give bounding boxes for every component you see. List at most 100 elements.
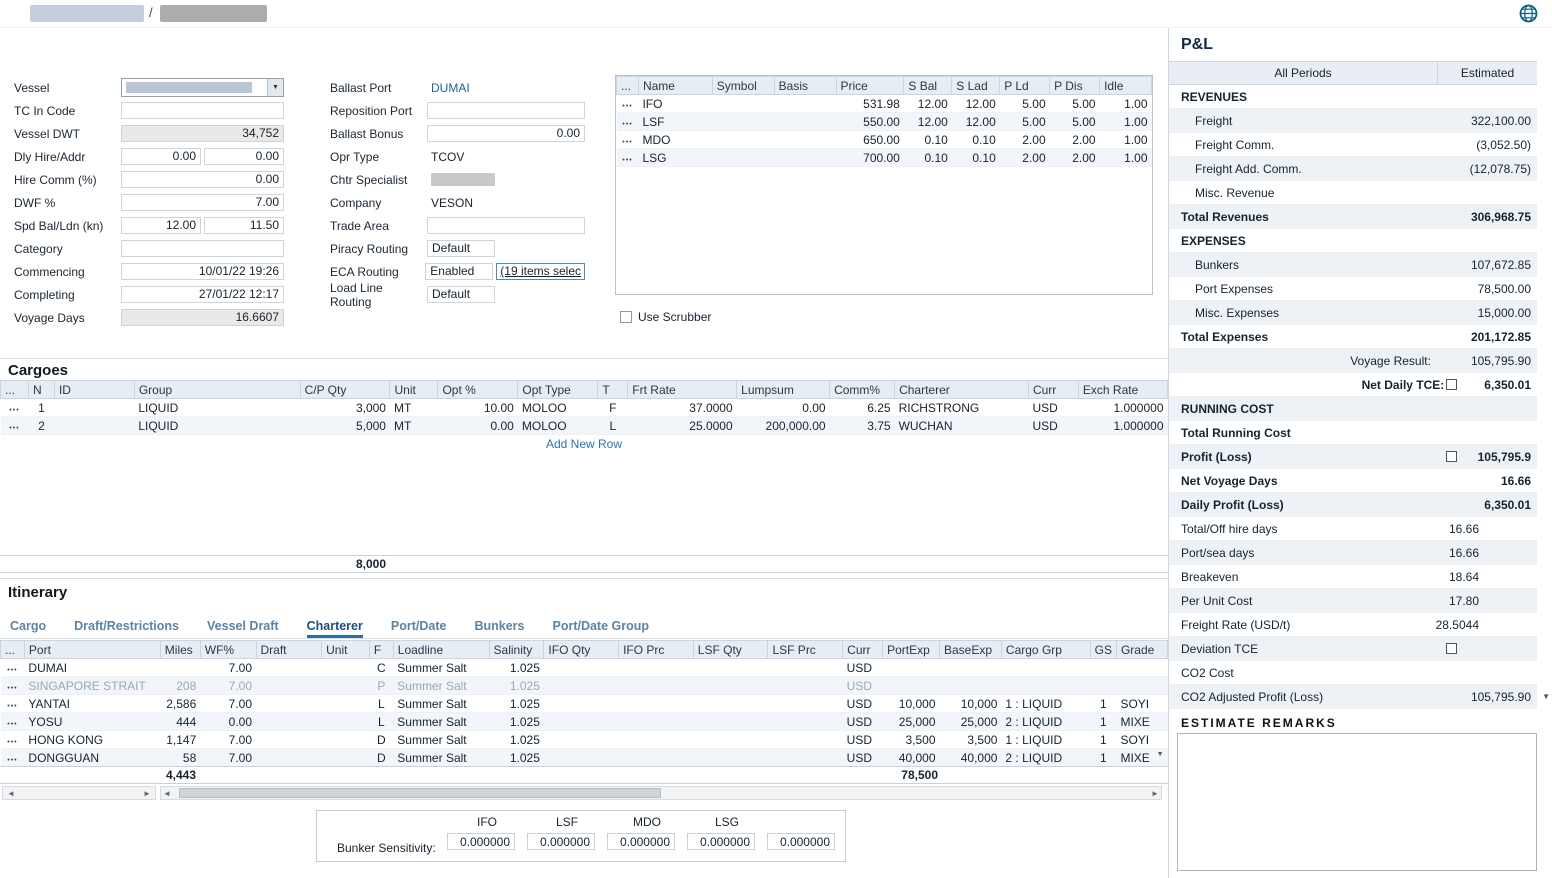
grid-cell[interactable]: HONG KONG bbox=[24, 731, 160, 749]
input-field[interactable] bbox=[427, 217, 585, 234]
grid-cell[interactable]: 2,586 bbox=[160, 695, 200, 713]
grid-cell[interactable] bbox=[712, 113, 774, 131]
input-field[interactable]: 12.00 bbox=[121, 217, 201, 234]
grid-cell[interactable]: 7.00 bbox=[200, 659, 256, 677]
grid-cell[interactable] bbox=[256, 677, 322, 695]
grid-cell[interactable] bbox=[940, 677, 1002, 695]
grid-cell[interactable] bbox=[54, 399, 134, 417]
grid-cell[interactable]: 1.000000 bbox=[1078, 399, 1167, 417]
grid-cell[interactable]: Summer Salt bbox=[393, 713, 489, 731]
grid-cell[interactable]: 1 bbox=[28, 399, 54, 417]
grid-cell[interactable]: 2.00 bbox=[1000, 149, 1050, 167]
grid-cell[interactable] bbox=[619, 749, 694, 767]
grid-cell[interactable]: SINGAPORE STRAIT bbox=[24, 677, 160, 695]
add-new-row-link[interactable]: Add New Row bbox=[0, 437, 1168, 451]
tab-draft-restrictions[interactable]: Draft/Restrictions bbox=[74, 619, 179, 638]
grid-cell[interactable] bbox=[256, 659, 322, 677]
grid-cell[interactable] bbox=[883, 659, 940, 677]
grid-cell[interactable]: 5.00 bbox=[1050, 95, 1100, 113]
grid-cell[interactable]: 5,000 bbox=[300, 417, 390, 435]
grid-cell[interactable]: 1.025 bbox=[489, 677, 544, 695]
grid-cell[interactable]: 25.0000 bbox=[628, 417, 737, 435]
grid-cell[interactable] bbox=[768, 695, 843, 713]
row-menu-icon[interactable]: ••• bbox=[9, 407, 19, 414]
sens-input[interactable]: 0.000000 bbox=[527, 833, 595, 850]
checkbox[interactable] bbox=[1446, 643, 1457, 654]
grid-cell[interactable]: C bbox=[369, 659, 393, 677]
scroll-left-icon[interactable]: ◄ bbox=[161, 789, 173, 798]
grid-cell[interactable] bbox=[774, 149, 836, 167]
port-link[interactable]: DUMAI bbox=[427, 81, 470, 95]
grid-cell[interactable]: 2.00 bbox=[1000, 131, 1050, 149]
text-value[interactable]: VESON bbox=[427, 196, 473, 210]
grid-cell[interactable]: 200,000.00 bbox=[737, 417, 830, 435]
grid-cell[interactable]: IFO bbox=[638, 95, 712, 113]
grid-cell[interactable] bbox=[774, 131, 836, 149]
grid-cell[interactable]: 0.10 bbox=[904, 149, 952, 167]
grid-cell[interactable] bbox=[768, 659, 843, 677]
row-menu-icon[interactable]: ••• bbox=[7, 667, 17, 674]
grid-cell[interactable]: 7.00 bbox=[200, 695, 256, 713]
tab-charterer[interactable]: Charterer bbox=[307, 619, 363, 638]
grid-cell[interactable]: 12.00 bbox=[904, 113, 952, 131]
grid-cell[interactable]: 444 bbox=[160, 713, 200, 731]
scroll-right-icon[interactable]: ► bbox=[141, 789, 153, 798]
input-field[interactable]: 0.00 bbox=[204, 148, 284, 165]
input-field[interactable]: 0.00 bbox=[121, 171, 284, 188]
grid-cell[interactable] bbox=[322, 749, 370, 767]
input-field[interactable]: 27/01/22 12:17 bbox=[121, 286, 284, 303]
grid-cell[interactable]: 550.00 bbox=[836, 113, 904, 131]
grid-cell[interactable] bbox=[322, 731, 370, 749]
grid-cell[interactable]: 2 : LIQUID bbox=[1001, 749, 1090, 767]
grid-cell[interactable] bbox=[693, 695, 768, 713]
grid-cell[interactable]: 0.10 bbox=[952, 131, 1000, 149]
grid-cell[interactable] bbox=[619, 677, 694, 695]
grid-cell[interactable]: 531.98 bbox=[836, 95, 904, 113]
grid-cell[interactable] bbox=[544, 749, 619, 767]
grid-cell[interactable] bbox=[619, 659, 694, 677]
grid-cell[interactable] bbox=[256, 749, 322, 767]
grid-cell[interactable]: P bbox=[369, 677, 393, 695]
grid-cell[interactable]: 12.00 bbox=[952, 113, 1000, 131]
globe-icon[interactable] bbox=[1519, 4, 1538, 26]
grid-cell[interactable]: 1 : LIQUID bbox=[1001, 731, 1090, 749]
grid-cell[interactable]: 1.00 bbox=[1100, 113, 1152, 131]
input-field[interactable]: 11.50 bbox=[204, 217, 284, 234]
grid-cell[interactable]: 7.00 bbox=[200, 731, 256, 749]
grid-cell[interactable] bbox=[1001, 677, 1090, 695]
grid-cell[interactable]: 37.0000 bbox=[628, 399, 737, 417]
scrollbar-thumb[interactable] bbox=[179, 788, 661, 798]
dropdown-arrow-icon[interactable]: ▼ bbox=[1542, 692, 1550, 701]
grid-cell[interactable]: Summer Salt bbox=[393, 659, 489, 677]
grid-cell[interactable] bbox=[544, 731, 619, 749]
select-field[interactable]: Default bbox=[427, 286, 495, 303]
grid-cell[interactable] bbox=[256, 695, 322, 713]
grid-cell[interactable]: MIXE bbox=[1116, 713, 1167, 731]
grid-cell[interactable]: 0.00 bbox=[438, 417, 518, 435]
grid-cell[interactable] bbox=[544, 695, 619, 713]
grid-cell[interactable]: 1.000000 bbox=[1078, 417, 1167, 435]
estimate-remarks-textarea[interactable] bbox=[1177, 733, 1537, 871]
row-menu-icon[interactable]: ••• bbox=[7, 721, 17, 728]
row-menu-icon[interactable]: ••• bbox=[7, 685, 17, 692]
grid-cell[interactable]: MT bbox=[390, 417, 438, 435]
row-menu-icon[interactable]: ••• bbox=[7, 757, 17, 764]
checkbox[interactable] bbox=[1446, 451, 1457, 462]
grid-cell[interactable]: MT bbox=[390, 399, 438, 417]
grid-cell[interactable]: USD bbox=[843, 749, 883, 767]
grid-cell[interactable] bbox=[768, 677, 843, 695]
grid-cell[interactable]: L bbox=[369, 695, 393, 713]
grid-cell[interactable] bbox=[712, 131, 774, 149]
grid-cell[interactable]: 1 : LIQUID bbox=[1001, 695, 1090, 713]
grid-cell[interactable] bbox=[693, 713, 768, 731]
grid-cell[interactable]: USD bbox=[843, 713, 883, 731]
grid-cell[interactable] bbox=[54, 417, 134, 435]
grid-cell[interactable] bbox=[1001, 659, 1090, 677]
grid-cell[interactable] bbox=[256, 731, 322, 749]
grid-cell[interactable] bbox=[693, 749, 768, 767]
grid-cell[interactable] bbox=[1090, 677, 1116, 695]
grid-cell[interactable]: L bbox=[598, 417, 628, 435]
grid-cell[interactable]: 2.00 bbox=[1050, 131, 1100, 149]
row-menu-icon[interactable]: ••• bbox=[622, 121, 632, 128]
grid-cell[interactable]: MOLOO bbox=[518, 399, 598, 417]
